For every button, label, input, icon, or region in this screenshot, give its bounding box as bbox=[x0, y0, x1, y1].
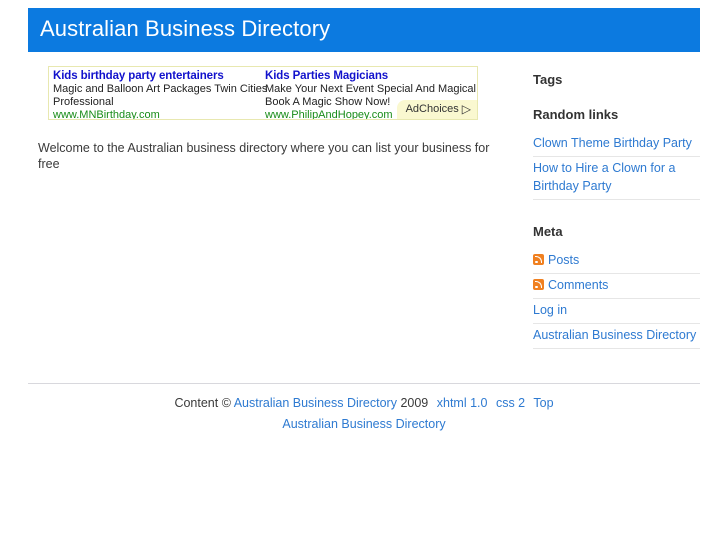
sidebar-section-tags: Tags bbox=[533, 72, 700, 88]
sidebar-heading-random-links: Random links bbox=[533, 107, 619, 122]
ad-description-line: Professional bbox=[53, 96, 114, 108]
footer-css-link[interactable]: css 2 bbox=[496, 396, 525, 410]
footer-copyright-prefix: Content © bbox=[174, 396, 231, 410]
footer-line-secondary: Australian Business Directory bbox=[28, 414, 700, 435]
random-link[interactable]: Clown Theme Birthday Party bbox=[533, 136, 692, 150]
meta-link-login[interactable]: Log in bbox=[533, 303, 567, 317]
list-item[interactable]: Log in bbox=[533, 299, 700, 324]
footer-line-primary: Content © Australian Business Directory … bbox=[28, 393, 700, 414]
list-item[interactable]: Australian Business Directory bbox=[533, 324, 700, 349]
list-item[interactable]: Posts bbox=[533, 251, 700, 274]
list-item[interactable]: Comments bbox=[533, 274, 700, 299]
sidebar-section-random-links: Random links Clown Theme Birthday Party … bbox=[533, 107, 700, 200]
footer: Content © Australian Business Directory … bbox=[28, 393, 700, 435]
footer-bottom-site-link[interactable]: Australian Business Directory bbox=[282, 417, 445, 431]
meta-link-comments[interactable]: Comments bbox=[548, 278, 608, 292]
ad-url[interactable]: www.MNBirthday.com bbox=[53, 109, 259, 119]
random-links-list: Clown Theme Birthday Party How to Hire a… bbox=[533, 134, 700, 200]
welcome-text: Welcome to the Australian business direc… bbox=[38, 141, 490, 171]
main-content: Kids birthday party entertainers Magic a… bbox=[28, 66, 500, 172]
adchoices-button[interactable]: AdChoices ▷ bbox=[396, 100, 477, 119]
ad-title[interactable]: Kids birthday party entertainers bbox=[53, 69, 259, 83]
sidebar-heading-meta: Meta bbox=[533, 224, 563, 239]
ad-unit[interactable]: Kids birthday party entertainers Magic a… bbox=[53, 69, 268, 119]
sidebar-section-meta: Meta Posts Comments Log in Australian Bu… bbox=[533, 224, 700, 349]
random-link[interactable]: How to Hire a Clown for a Birthday Party bbox=[533, 161, 675, 193]
list-item[interactable]: How to Hire a Clown for a Birthday Party bbox=[533, 157, 700, 200]
rss-icon bbox=[533, 279, 544, 290]
rss-icon bbox=[533, 254, 544, 265]
list-item[interactable]: Clown Theme Birthday Party bbox=[533, 134, 700, 157]
meta-link-posts[interactable]: Posts bbox=[548, 253, 579, 267]
ad-description-line: Magic and Balloon Art Packages Twin Citi… bbox=[53, 83, 268, 95]
footer-year: 2009 bbox=[400, 396, 429, 410]
page-title: Australian Business Directory bbox=[40, 16, 331, 41]
meta-link-site[interactable]: Australian Business Directory bbox=[533, 328, 696, 342]
footer-top-link[interactable]: Top bbox=[533, 396, 553, 410]
footer-xhtml-link[interactable]: xhtml 1.0 bbox=[437, 396, 488, 410]
advertisement-block[interactable]: Kids birthday party entertainers Magic a… bbox=[48, 66, 478, 120]
adchoices-label: AdChoices bbox=[405, 103, 459, 115]
sidebar-heading-tags: Tags bbox=[533, 72, 563, 87]
triangle-right-icon: ▷ bbox=[461, 102, 471, 116]
footer-divider bbox=[28, 383, 700, 384]
ad-title[interactable]: Kids Parties Magicians bbox=[265, 69, 471, 83]
meta-links-list: Posts Comments Log in Australian Busines… bbox=[533, 251, 700, 349]
footer-site-link[interactable]: Australian Business Directory bbox=[234, 396, 397, 410]
site-header: Australian Business Directory bbox=[28, 8, 700, 52]
ad-description-line: Make Your Next Event Special And Magical… bbox=[265, 83, 478, 95]
sidebar: Tags Random links Clown Theme Birthday P… bbox=[533, 72, 700, 349]
